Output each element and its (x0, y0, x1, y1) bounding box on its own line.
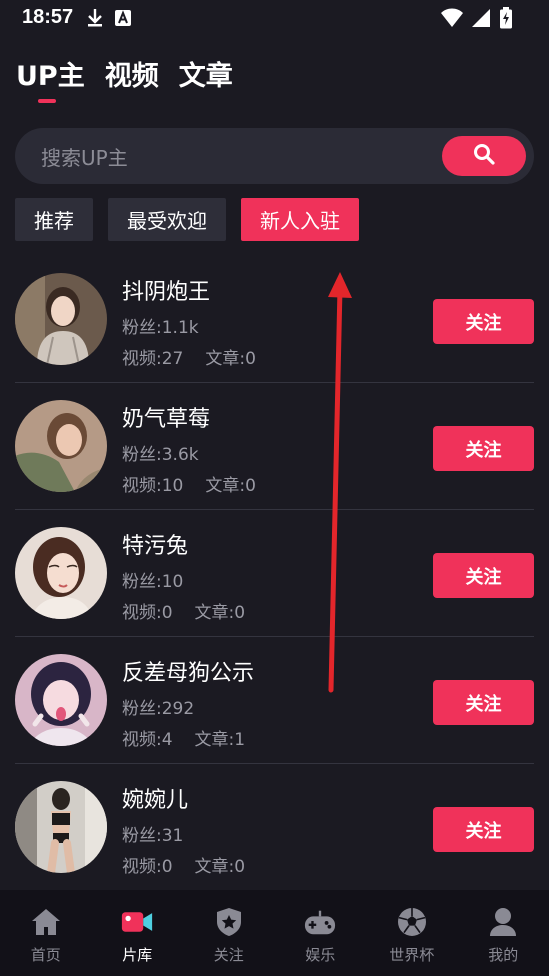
creator-name: 奶气草莓 (122, 407, 211, 432)
creator-article-count: 文章:1 (194, 730, 246, 750)
nav-follow[interactable]: 关注 (183, 890, 275, 976)
creator-stats: 视频:0 文章:0 (122, 852, 245, 877)
avatar[interactable] (15, 781, 107, 873)
wifi-icon (441, 8, 463, 32)
creator-row[interactable]: 特污兔 粉丝:10 视频:0 文章:0 关注 (15, 510, 534, 637)
status-time: 18:57 (22, 6, 74, 28)
creator-row[interactable]: 奶气草莓 粉丝:3.6k 视频:10 文章:0 关注 (15, 383, 534, 510)
tab-up-creators[interactable]: UP主 (16, 54, 85, 103)
creator-video-count: 视频:0 (122, 857, 173, 877)
creator-article-count: 文章:0 (194, 857, 246, 877)
creator-name: 抖阴炮王 (122, 280, 211, 305)
avatar[interactable] (15, 273, 107, 365)
nav-world-cup[interactable]: 世界杯 (366, 890, 458, 976)
video-camera-icon (121, 906, 153, 938)
nav-library-label: 片库 (122, 946, 153, 964)
creator-article-count: 文章:0 (205, 476, 256, 496)
gamepad-icon (304, 906, 336, 938)
battery-charging-icon (499, 7, 513, 33)
follow-button[interactable]: 关注 (433, 426, 534, 471)
creator-stats: 视频:10 文章:0 (122, 471, 256, 496)
nav-home-label: 首页 (30, 946, 61, 964)
avatar[interactable] (15, 527, 107, 619)
creator-fans: 粉丝:1.1k (122, 318, 199, 338)
filter-most-popular[interactable]: 最受欢迎 (108, 198, 226, 241)
home-icon (30, 906, 62, 938)
star-shield-icon (213, 906, 245, 938)
creator-article-count: 文章:0 (194, 603, 246, 623)
user-icon (487, 906, 519, 938)
creator-name: 婉婉儿 (122, 788, 189, 813)
filter-chips: 推荐 最受欢迎 新人入驻 (15, 198, 359, 241)
download-icon (86, 8, 104, 32)
search-bar (15, 128, 534, 184)
creator-stats: 视频:4 文章:1 (122, 725, 245, 750)
a-badge-icon (114, 9, 132, 31)
avatar[interactable] (15, 654, 107, 746)
creator-article-count: 文章:0 (205, 349, 256, 369)
avatar[interactable] (15, 400, 107, 492)
filter-recommended[interactable]: 推荐 (15, 198, 93, 241)
creator-name: 特污兔 (122, 534, 189, 559)
creator-row[interactable]: 反差母狗公示 粉丝:292 视频:4 文章:1 关注 (15, 637, 534, 764)
creator-video-count: 视频:4 (122, 730, 173, 750)
nav-entertainment[interactable]: 娱乐 (275, 890, 367, 976)
search-icon (472, 142, 496, 170)
follow-button[interactable]: 关注 (433, 807, 534, 852)
status-right-icons (441, 7, 513, 33)
follow-button[interactable]: 关注 (433, 680, 534, 725)
creator-fans: 粉丝:292 (122, 699, 195, 719)
creator-row[interactable]: 抖阴炮王 粉丝:1.1k 视频:27 文章:0 关注 (15, 256, 534, 383)
creator-row[interactable]: 婉婉儿 粉丝:31 视频:0 文章:0 关注 (15, 764, 534, 891)
soccer-ball-icon (396, 906, 428, 938)
creator-fans: 粉丝:10 (122, 572, 184, 592)
creator-fans: 粉丝:3.6k (122, 445, 199, 465)
creator-stats: 视频:0 文章:0 (122, 598, 245, 623)
nav-library[interactable]: 片库 (92, 890, 184, 976)
nav-entertainment-label: 娱乐 (305, 946, 336, 964)
status-bar: 18:57 (0, 0, 549, 36)
creator-video-count: 视频:0 (122, 603, 173, 623)
creator-fans: 粉丝:31 (122, 826, 184, 846)
nav-profile[interactable]: 我的 (458, 890, 549, 976)
search-button[interactable] (442, 136, 526, 176)
nav-home[interactable]: 首页 (0, 890, 92, 976)
nav-world-cup-label: 世界杯 (389, 946, 435, 964)
nav-profile-label: 我的 (488, 946, 519, 964)
creator-list: 抖阴炮王 粉丝:1.1k 视频:27 文章:0 关注 奶气草莓 粉丝:3.6k … (15, 256, 534, 891)
filter-new-creators[interactable]: 新人入驻 (241, 198, 359, 241)
top-tabs: UP主 视频 文章 (16, 54, 233, 103)
nav-follow-label: 关注 (213, 946, 244, 964)
tab-videos[interactable]: 视频 (105, 54, 159, 103)
status-left-icons (86, 8, 132, 32)
creator-stats: 视频:27 文章:0 (122, 344, 256, 369)
follow-button[interactable]: 关注 (433, 553, 534, 598)
creator-name: 反差母狗公示 (122, 661, 255, 686)
tab-articles[interactable]: 文章 (179, 54, 233, 103)
signal-icon (471, 8, 491, 32)
search-input[interactable] (39, 144, 433, 172)
creator-video-count: 视频:27 (122, 349, 184, 369)
follow-button[interactable]: 关注 (433, 299, 534, 344)
creator-video-count: 视频:10 (122, 476, 184, 496)
bottom-nav: 首页 片库 关注 娱乐 世界杯 我的 (0, 890, 549, 976)
